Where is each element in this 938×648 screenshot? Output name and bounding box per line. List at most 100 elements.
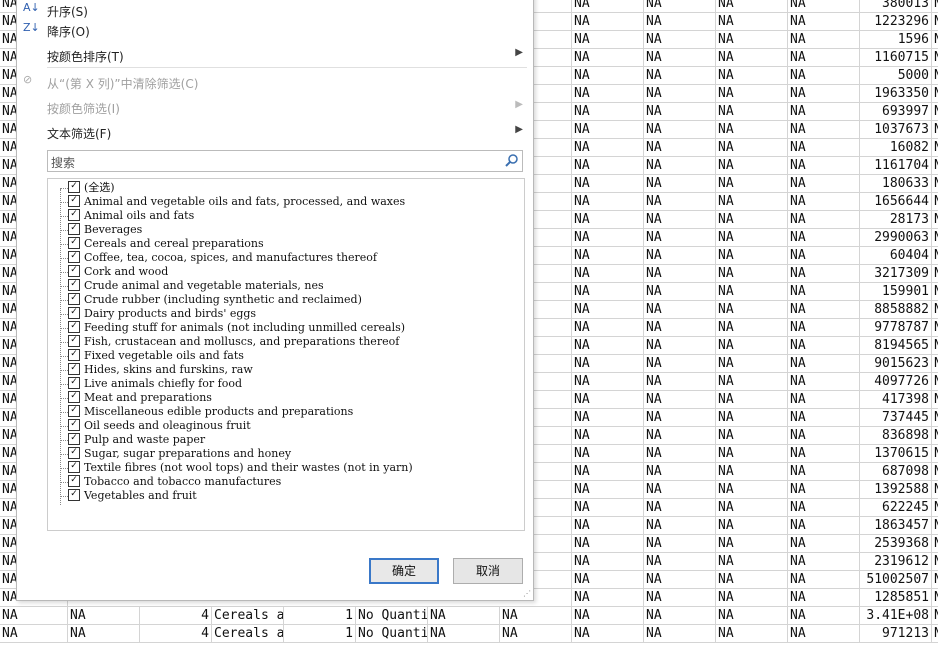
table-cell[interactable]: NA [572,571,644,588]
table-cell[interactable]: NA [644,229,716,246]
checkbox-checked[interactable]: ✓ [68,321,80,333]
table-cell[interactable]: NA [716,301,788,318]
table-cell[interactable]: 28173 [860,211,932,228]
table-cell[interactable] [532,481,572,498]
table-cell[interactable]: NA [788,211,860,228]
table-cell[interactable]: NA [0,625,68,642]
table-cell[interactable] [532,499,572,516]
filter-list-item[interactable]: ✓ Fixed vegetable oils and fats [68,349,244,363]
table-cell[interactable]: 1392588 [860,481,932,498]
table-cell[interactable]: NA [644,445,716,462]
filter-list-item[interactable]: ✓ Cereals and cereal preparations [68,237,264,251]
table-cell[interactable]: NA [572,31,644,48]
filter-by-color-item[interactable]: 按颜色筛选(I) ▶ [17,96,533,118]
table-cell[interactable] [532,337,572,354]
table-cell[interactable]: NA [572,85,644,102]
table-cell[interactable]: NA [788,517,860,534]
table-cell[interactable]: NA [716,157,788,174]
table-cell[interactable]: NA [572,427,644,444]
table-cell[interactable]: 2539368 [860,535,932,552]
table-cell[interactable]: NA [716,13,788,30]
table-cell[interactable] [532,13,572,30]
text-filter-item[interactable]: 文本筛选(F) ▶ [17,121,533,143]
table-cell[interactable]: NA [500,625,572,642]
checkbox-checked[interactable]: ✓ [68,209,80,221]
table-cell[interactable]: NA [572,319,644,336]
table-cell[interactable] [532,427,572,444]
table-cell[interactable]: NA [572,175,644,192]
table-cell[interactable]: NA [572,517,644,534]
filter-list-item[interactable]: ✓ Sugar, sugar preparations and honey [68,447,291,461]
table-cell[interactable]: NA [788,283,860,300]
table-cell[interactable]: 1656644 [860,193,932,210]
table-cell[interactable]: NA [716,355,788,372]
table-cell[interactable]: NA [716,67,788,84]
table-cell[interactable]: 159901 [860,283,932,300]
table-cell[interactable]: NA [716,265,788,282]
table-cell[interactable]: NA [644,481,716,498]
table-cell[interactable] [532,301,572,318]
table-cell[interactable]: NA [572,103,644,120]
table-cell[interactable]: Cereals a [212,625,284,642]
table-cell[interactable]: Cereals a [212,607,284,624]
checkbox-checked[interactable]: ✓ [68,335,80,347]
table-cell[interactable]: 60404 [860,247,932,264]
checkbox-checked[interactable]: ✓ [68,461,80,473]
table-cell[interactable]: 180633 [860,175,932,192]
sort-ascending-item[interactable]: A↓ 升序(S) [17,0,533,21]
table-cell[interactable] [532,211,572,228]
table-cell[interactable]: N [932,463,938,480]
table-cell[interactable]: NA [788,589,860,606]
table-cell[interactable]: N [932,427,938,444]
filter-list-item[interactable]: ✓ (全选) [68,181,115,195]
table-cell[interactable]: N [932,355,938,372]
table-cell[interactable]: NA [716,0,788,12]
table-cell[interactable]: NA [716,121,788,138]
table-cell[interactable]: NA [716,481,788,498]
table-cell[interactable]: NA [788,229,860,246]
filter-list-item[interactable]: ✓ Cork and wood [68,265,168,279]
table-cell[interactable]: NA [572,67,644,84]
table-cell[interactable]: NA [572,265,644,282]
checkbox-checked[interactable]: ✓ [68,307,80,319]
checkbox-checked[interactable]: ✓ [68,237,80,249]
table-cell[interactable]: 1963350 [860,85,932,102]
table-cell[interactable]: NA [572,283,644,300]
table-cell[interactable]: 1160715 [860,49,932,66]
table-cell[interactable]: NA [716,391,788,408]
table-cell[interactable]: NA [716,517,788,534]
table-cell[interactable]: NA [788,301,860,318]
table-cell[interactable] [532,31,572,48]
table-cell[interactable]: NA [572,553,644,570]
table-cell[interactable]: 8858882 [860,301,932,318]
table-cell[interactable]: NA [716,211,788,228]
table-cell[interactable]: NA [788,427,860,444]
checkbox-checked[interactable]: ✓ [68,349,80,361]
table-cell[interactable]: NA [716,427,788,444]
table-cell[interactable]: NA [644,373,716,390]
table-cell[interactable]: NA [644,517,716,534]
table-cell[interactable]: NA [644,337,716,354]
table-cell[interactable] [532,229,572,246]
table-cell[interactable]: NA [644,355,716,372]
table-cell[interactable]: N [932,247,938,264]
table-cell[interactable]: 836898 [860,427,932,444]
filter-list-item[interactable]: ✓ Fish, crustacean and molluscs, and prep… [68,335,399,349]
table-cell[interactable]: N [932,409,938,426]
filter-list-item[interactable]: ✓ Miscellaneous edible products and prepa… [68,405,353,419]
ok-button[interactable]: 确定 [369,558,439,584]
checkbox-checked[interactable]: ✓ [68,391,80,403]
checkbox-checked[interactable]: ✓ [68,279,80,291]
table-cell[interactable]: 5000 [860,67,932,84]
table-cell[interactable]: NA [572,589,644,606]
table-cell[interactable]: 51002507 [860,571,932,588]
table-cell[interactable]: 2990063 [860,229,932,246]
filter-list-item[interactable]: ✓ Meat and preparations [68,391,212,405]
table-cell[interactable]: NA [716,31,788,48]
table-cell[interactable]: No Quanti [356,607,428,624]
table-cell[interactable]: NA [716,193,788,210]
table-cell[interactable]: NA [644,247,716,264]
table-cell[interactable]: NA [788,499,860,516]
table-cell[interactable]: NA [644,175,716,192]
table-cell[interactable]: NA [644,283,716,300]
